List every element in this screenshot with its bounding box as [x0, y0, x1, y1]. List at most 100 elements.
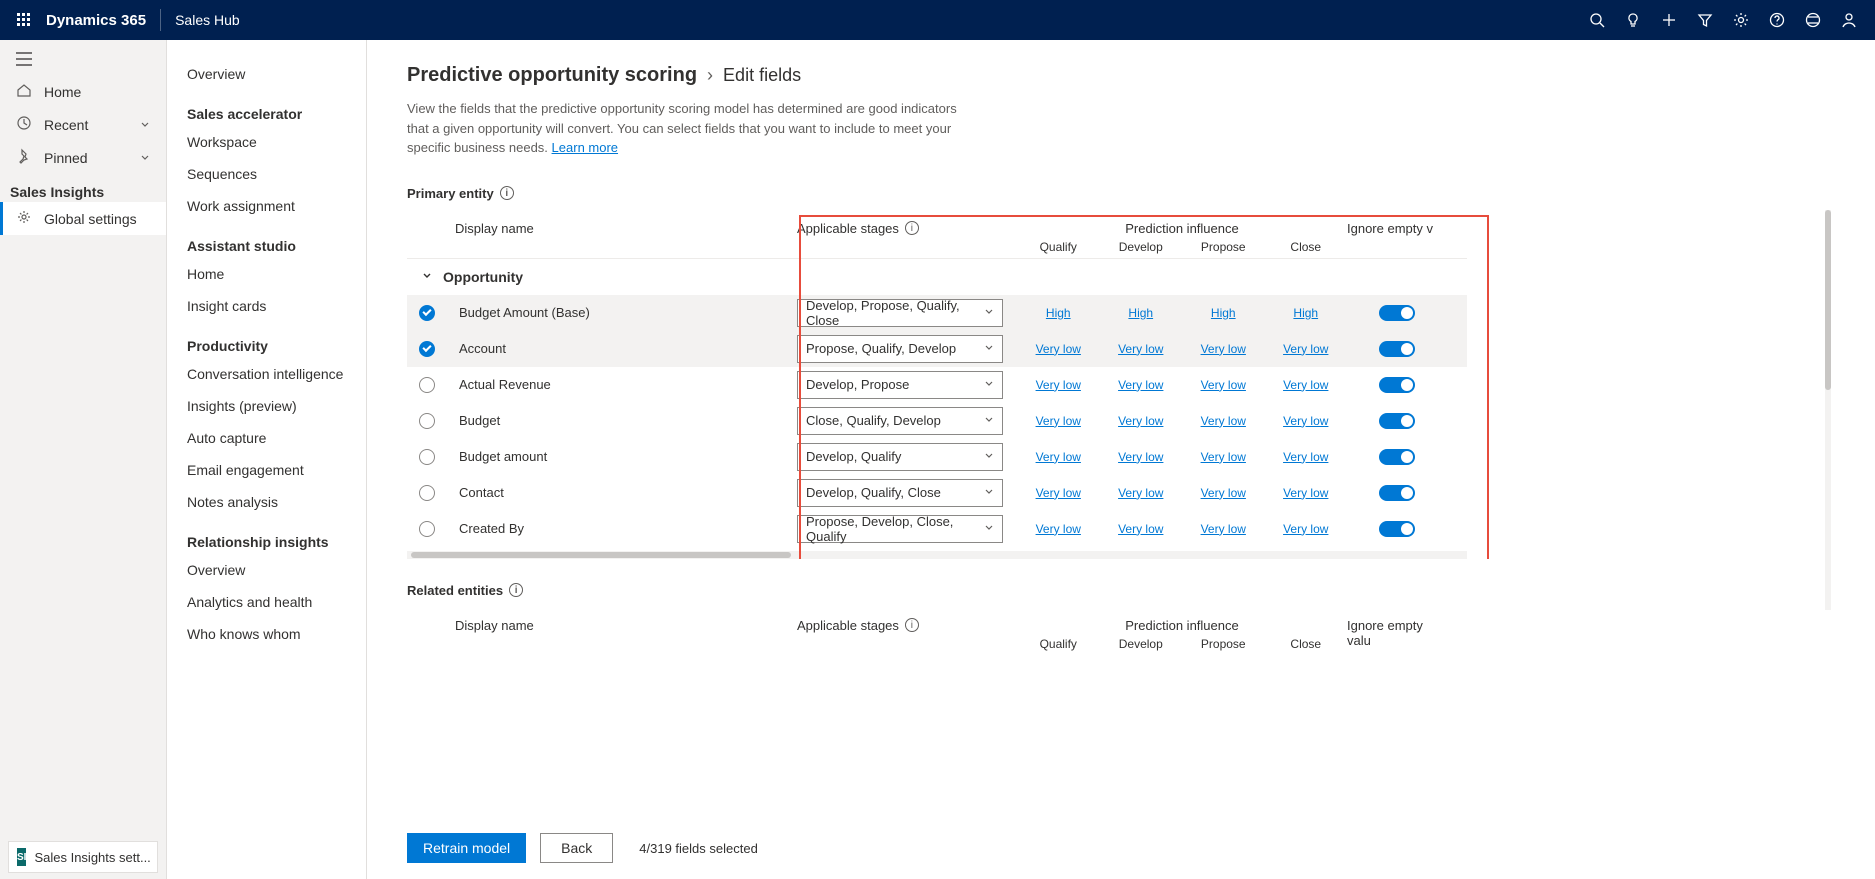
- nav-pinned[interactable]: Pinned: [0, 141, 166, 174]
- influence-qualify[interactable]: Very low: [1017, 342, 1100, 356]
- add-icon[interactable]: [1651, 0, 1687, 40]
- info-icon[interactable]: i: [905, 618, 919, 632]
- influence-close[interactable]: Very low: [1265, 414, 1348, 428]
- table-row[interactable]: Account Propose, Qualify, Develop Very l…: [407, 331, 1467, 367]
- table-row[interactable]: Budget Amount (Base) Develop, Propose, Q…: [407, 295, 1467, 331]
- influence-propose[interactable]: Very low: [1182, 342, 1265, 356]
- nav-auto-capture[interactable]: Auto capture: [167, 422, 366, 454]
- settings-icon[interactable]: [1723, 0, 1759, 40]
- influence-qualify[interactable]: Very low: [1017, 378, 1100, 392]
- influence-qualify[interactable]: Very low: [1017, 522, 1100, 536]
- influence-develop[interactable]: Very low: [1100, 450, 1183, 464]
- nav-insights-preview[interactable]: Insights (preview): [167, 390, 366, 422]
- retrain-model-button[interactable]: Retrain model: [407, 833, 526, 863]
- ignore-empty-toggle[interactable]: [1379, 305, 1415, 321]
- influence-propose[interactable]: Very low: [1182, 414, 1265, 428]
- influence-propose[interactable]: Very low: [1182, 486, 1265, 500]
- nav-conversation-intelligence[interactable]: Conversation intelligence: [167, 358, 366, 390]
- search-icon[interactable]: [1579, 0, 1615, 40]
- nav-email-engagement[interactable]: Email engagement: [167, 454, 366, 486]
- ignore-empty-toggle[interactable]: [1379, 449, 1415, 465]
- influence-qualify[interactable]: Very low: [1017, 450, 1100, 464]
- ignore-empty-toggle[interactable]: [1379, 521, 1415, 537]
- applicable-stages-dropdown[interactable]: Develop, Qualify: [797, 443, 1003, 471]
- influence-develop[interactable]: High: [1100, 306, 1183, 320]
- help-icon[interactable]: [1759, 0, 1795, 40]
- info-icon[interactable]: i: [509, 583, 523, 597]
- row-checkbox[interactable]: [419, 485, 435, 501]
- table-row[interactable]: Created By Propose, Develop, Close, Qual…: [407, 511, 1467, 547]
- nav-recent[interactable]: Recent: [0, 108, 166, 141]
- influence-qualify[interactable]: High: [1017, 306, 1100, 320]
- table-row[interactable]: Budget Close, Qualify, Develop Very low …: [407, 403, 1467, 439]
- nav-sequences[interactable]: Sequences: [167, 158, 366, 190]
- hamburger-icon[interactable]: [0, 40, 166, 75]
- left-nav: Home Recent Pinned Sales Insights Global…: [0, 40, 167, 879]
- row-checkbox[interactable]: [419, 449, 435, 465]
- influence-propose[interactable]: High: [1182, 306, 1265, 320]
- nav-who-knows-whom[interactable]: Who knows whom: [167, 618, 366, 650]
- row-checkbox[interactable]: [419, 377, 435, 393]
- lightbulb-icon[interactable]: [1615, 0, 1651, 40]
- influence-develop[interactable]: Very low: [1100, 522, 1183, 536]
- ignore-empty-toggle[interactable]: [1379, 377, 1415, 393]
- entity-group-opportunity[interactable]: Opportunity: [407, 259, 1467, 295]
- influence-develop[interactable]: Very low: [1100, 342, 1183, 356]
- influence-develop[interactable]: Very low: [1100, 414, 1183, 428]
- row-checkbox[interactable]: [419, 341, 435, 357]
- row-checkbox[interactable]: [419, 305, 435, 321]
- influence-close[interactable]: Very low: [1265, 450, 1348, 464]
- influence-propose[interactable]: Very low: [1182, 522, 1265, 536]
- ignore-empty-toggle[interactable]: [1379, 341, 1415, 357]
- horizontal-scrollbar[interactable]: [407, 551, 1467, 559]
- influence-qualify[interactable]: Very low: [1017, 486, 1100, 500]
- info-icon[interactable]: i: [500, 186, 514, 200]
- influence-close[interactable]: Very low: [1265, 522, 1348, 536]
- nav-home[interactable]: Home: [0, 75, 166, 108]
- influence-close[interactable]: High: [1265, 306, 1348, 320]
- hub-name[interactable]: Sales Hub: [161, 12, 254, 28]
- breadcrumb-parent[interactable]: Predictive opportunity scoring: [407, 64, 697, 87]
- influence-close[interactable]: Very low: [1265, 342, 1348, 356]
- info-icon[interactable]: i: [905, 221, 919, 235]
- nav-ri-overview[interactable]: Overview: [167, 554, 366, 586]
- profile-icon[interactable]: [1831, 0, 1867, 40]
- vertical-scrollbar[interactable]: [1825, 210, 1831, 610]
- nav-insight-cards[interactable]: Insight cards: [167, 290, 366, 322]
- row-checkbox[interactable]: [419, 521, 435, 537]
- influence-develop[interactable]: Very low: [1100, 486, 1183, 500]
- app-icon[interactable]: [1795, 0, 1831, 40]
- learn-more-link[interactable]: Learn more: [552, 140, 618, 155]
- row-checkbox[interactable]: [419, 413, 435, 429]
- nav-global-settings[interactable]: Global settings: [0, 202, 166, 235]
- ignore-empty-toggle[interactable]: [1379, 413, 1415, 429]
- app-launcher-icon[interactable]: [8, 0, 40, 40]
- ignore-empty-toggle[interactable]: [1379, 485, 1415, 501]
- influence-develop[interactable]: Very low: [1100, 378, 1183, 392]
- applicable-stages-dropdown[interactable]: Propose, Qualify, Develop: [797, 335, 1003, 363]
- influence-close[interactable]: Very low: [1265, 378, 1348, 392]
- influence-qualify[interactable]: Very low: [1017, 414, 1100, 428]
- applicable-stages-dropdown[interactable]: Develop, Propose, Qualify, Close: [797, 299, 1003, 327]
- influence-propose[interactable]: Very low: [1182, 450, 1265, 464]
- applicable-stages-dropdown[interactable]: Develop, Qualify, Close: [797, 479, 1003, 507]
- nav-notes-analysis[interactable]: Notes analysis: [167, 486, 366, 518]
- nav-assistant-home[interactable]: Home: [167, 258, 366, 290]
- table-row[interactable]: Contact Develop, Qualify, Close Very low…: [407, 475, 1467, 511]
- applicable-stages-dropdown[interactable]: Close, Qualify, Develop: [797, 407, 1003, 435]
- table-row[interactable]: Actual Revenue Develop, Propose Very low…: [407, 367, 1467, 403]
- influence-close[interactable]: Very low: [1265, 486, 1348, 500]
- environment-picker[interactable]: SI Sales Insights sett...: [8, 841, 158, 873]
- applicable-stages-dropdown[interactable]: Develop, Propose: [797, 371, 1003, 399]
- applicable-stages-dropdown[interactable]: Propose, Develop, Close, Qualify: [797, 515, 1003, 543]
- nav-analytics-health[interactable]: Analytics and health: [167, 586, 366, 618]
- subcol-qualify: Qualify: [1017, 637, 1100, 651]
- back-button[interactable]: Back: [540, 833, 613, 863]
- table-row[interactable]: Budget amount Develop, Qualify Very low …: [407, 439, 1467, 475]
- settings-nav: Overview Sales accelerator Workspace Seq…: [167, 40, 367, 879]
- influence-propose[interactable]: Very low: [1182, 378, 1265, 392]
- nav-workspace[interactable]: Workspace: [167, 126, 366, 158]
- nav-work-assignment[interactable]: Work assignment: [167, 190, 366, 222]
- filter-icon[interactable]: [1687, 0, 1723, 40]
- nav-overview[interactable]: Overview: [167, 58, 366, 90]
